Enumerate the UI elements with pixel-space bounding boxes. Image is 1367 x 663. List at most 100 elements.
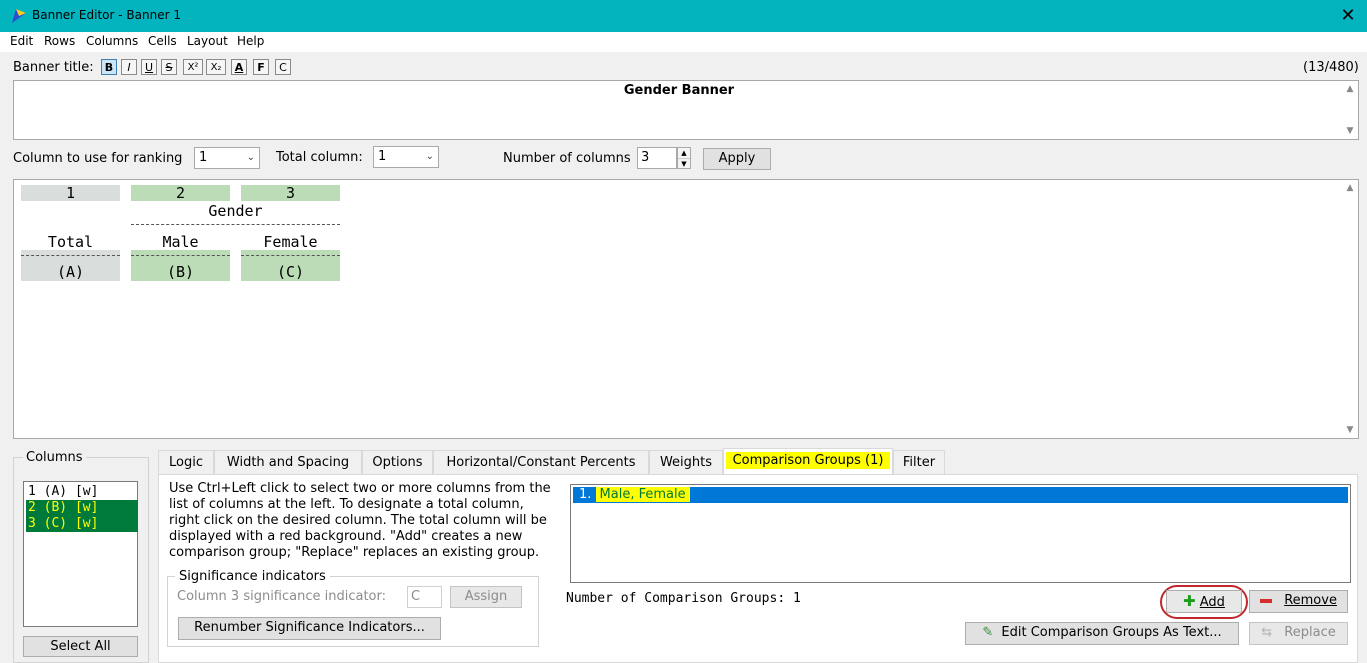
ranking-select[interactable]: 1 ⌄ <box>194 147 260 169</box>
header-divider-a <box>21 255 120 256</box>
header-divider-b <box>131 255 230 256</box>
select-all-button[interactable]: Select All <box>23 636 138 657</box>
swap-icon: ⇆ <box>1261 625 1273 640</box>
pencil-icon: ✎ <box>982 625 994 640</box>
banner-title-editor[interactable]: Gender Banner ▲ ▼ <box>13 80 1359 140</box>
spin-down-icon[interactable]: ▼ <box>678 159 690 169</box>
subscript-button[interactable]: X₂ <box>206 59 226 75</box>
letter-b[interactable]: (B) <box>131 262 230 282</box>
total-column-select-value: 1 <box>378 149 387 164</box>
instruction-line: list of columns at the left. To designat… <box>169 497 524 512</box>
menu-cells[interactable]: Cells <box>148 34 177 48</box>
letter-c[interactable]: (C) <box>241 262 340 282</box>
font-color-button[interactable]: A <box>231 59 247 75</box>
banner-scrollbar[interactable]: ▲ ▼ <box>1342 180 1358 438</box>
menu-help[interactable]: Help <box>237 34 264 48</box>
tab-comparison-groups[interactable]: Comparison Groups (1) <box>723 448 893 475</box>
italic-button[interactable]: I <box>121 59 137 75</box>
underline-button[interactable]: U <box>141 59 157 75</box>
bold-button[interactable]: B <box>101 59 117 75</box>
scroll-down-icon[interactable]: ▼ <box>1342 123 1358 139</box>
instructions-text: Use Ctrl+Left click to select two or mor… <box>169 481 569 561</box>
column-number-3[interactable]: 3 <box>241 185 340 201</box>
significance-indicator-label: Column 3 significance indicator: <box>177 589 387 604</box>
header-divider-c <box>241 255 340 256</box>
comparison-group-text: Male, Female <box>595 487 690 502</box>
scroll-up-icon[interactable]: ▲ <box>1342 180 1358 196</box>
tab-comparison-groups-label: Comparison Groups (1) <box>725 452 891 469</box>
tab-weights[interactable]: Weights <box>649 450 723 474</box>
letter-a[interactable]: (A) <box>21 262 120 282</box>
menu-bar: Edit Rows Columns Cells Layout Help <box>0 32 1367 52</box>
instruction-line: Use Ctrl+Left click to select two or mor… <box>169 481 551 496</box>
tab-logic[interactable]: Logic <box>158 450 214 474</box>
banner-app-icon <box>12 9 26 23</box>
comparison-groups-panel: Use Ctrl+Left click to select two or mor… <box>158 474 1358 663</box>
ranking-select-value: 1 <box>199 150 208 165</box>
renumber-significance-button[interactable]: Renumber Significance Indicators... <box>178 617 441 640</box>
tab-horizontal-constant-percents[interactable]: Horizontal/Constant Percents <box>433 450 649 474</box>
superscript-button[interactable]: X² <box>183 59 203 75</box>
menu-edit[interactable]: Edit <box>10 34 33 48</box>
comparison-groups-list[interactable]: 1. Male, Female <box>570 484 1351 583</box>
replace-button-label: Replace <box>1284 625 1336 640</box>
menu-rows[interactable]: Rows <box>44 34 75 48</box>
instruction-line: right click on the desired column. The t… <box>169 513 547 528</box>
char-counter: (13/480) <box>1303 60 1359 75</box>
apply-button[interactable]: Apply <box>703 148 771 170</box>
spin-up-icon[interactable]: ▲ <box>678 148 690 159</box>
column-item-3[interactable]: 3 (C) [w] <box>26 516 138 532</box>
column-number-1[interactable]: 1 <box>21 185 120 201</box>
comparison-group-item[interactable]: 1. Male, Female <box>573 487 1348 503</box>
add-button[interactable]: ✚ Add <box>1166 590 1242 613</box>
comparison-groups-count: Number of Comparison Groups: 1 <box>566 591 801 606</box>
edit-as-text-button[interactable]: ✎ Edit Comparison Groups As Text... <box>965 622 1239 645</box>
header-male[interactable]: Male <box>131 232 230 252</box>
significance-indicator-input[interactable]: C <box>407 586 442 608</box>
strikethrough-button[interactable]: S <box>161 59 177 75</box>
ranking-label: Column to use for ranking <box>13 151 183 166</box>
column-item-2[interactable]: 2 (B) [w] <box>26 500 138 516</box>
minus-icon <box>1260 598 1273 603</box>
window-title: Banner Editor - Banner 1 <box>32 8 181 22</box>
title-bar: Banner Editor - Banner 1 ✕ <box>0 0 1367 32</box>
column-item-1[interactable]: 1 (A) [w] <box>26 484 138 500</box>
banner-preview[interactable]: 1 2 3 Gender Total Male Female (A) (B) (… <box>13 179 1359 439</box>
total-column-select[interactable]: 1 ⌄ <box>373 146 439 168</box>
chevron-down-icon: ⌄ <box>425 151 434 162</box>
remove-button[interactable]: Remove <box>1249 590 1348 613</box>
font-button[interactable]: F <box>253 59 269 75</box>
banner-title-text: Gender Banner <box>623 83 735 98</box>
column-number-2[interactable]: 2 <box>131 185 230 201</box>
number-of-columns-value: 3 <box>641 150 650 165</box>
significance-group-title: Significance indicators <box>175 569 330 584</box>
plus-icon: ✚ <box>1183 592 1196 610</box>
close-icon[interactable]: ✕ <box>1337 6 1359 26</box>
assign-button[interactable]: Assign <box>450 586 522 608</box>
menu-layout[interactable]: Layout <box>187 34 228 48</box>
header-female[interactable]: Female <box>241 232 340 252</box>
remove-button-label: Remove <box>1284 593 1337 608</box>
tab-filter[interactable]: Filter <box>893 450 945 474</box>
columns-list[interactable]: 1 (A) [w] 2 (B) [w] 3 (C) [w] <box>23 481 138 627</box>
group-divider <box>131 224 340 225</box>
scroll-up-icon[interactable]: ▲ <box>1342 81 1358 97</box>
add-button-label: Add <box>1199 595 1225 610</box>
header-total[interactable]: Total <box>21 232 120 252</box>
group-label-gender[interactable]: Gender <box>131 201 340 221</box>
number-of-columns-label: Number of columns <box>503 151 631 166</box>
number-of-columns-input[interactable]: 3 <box>637 147 677 169</box>
banner-title-label: Banner title: <box>13 60 94 75</box>
comparison-group-number: 1. <box>579 487 592 502</box>
chevron-down-icon: ⌄ <box>246 152 255 163</box>
tab-width-spacing[interactable]: Width and Spacing <box>214 450 362 474</box>
title-scrollbar[interactable]: ▲ ▼ <box>1342 81 1358 139</box>
tab-options[interactable]: Options <box>362 450 433 474</box>
scroll-down-icon[interactable]: ▼ <box>1342 422 1358 438</box>
menu-columns[interactable]: Columns <box>86 34 138 48</box>
replace-button[interactable]: ⇆ Replace <box>1249 622 1348 645</box>
total-column-label: Total column: <box>276 150 363 165</box>
edit-as-text-label: Edit Comparison Groups As Text... <box>1001 625 1222 640</box>
clear-format-button[interactable]: C <box>275 59 291 75</box>
number-spinner[interactable]: ▲ ▼ <box>677 147 691 169</box>
